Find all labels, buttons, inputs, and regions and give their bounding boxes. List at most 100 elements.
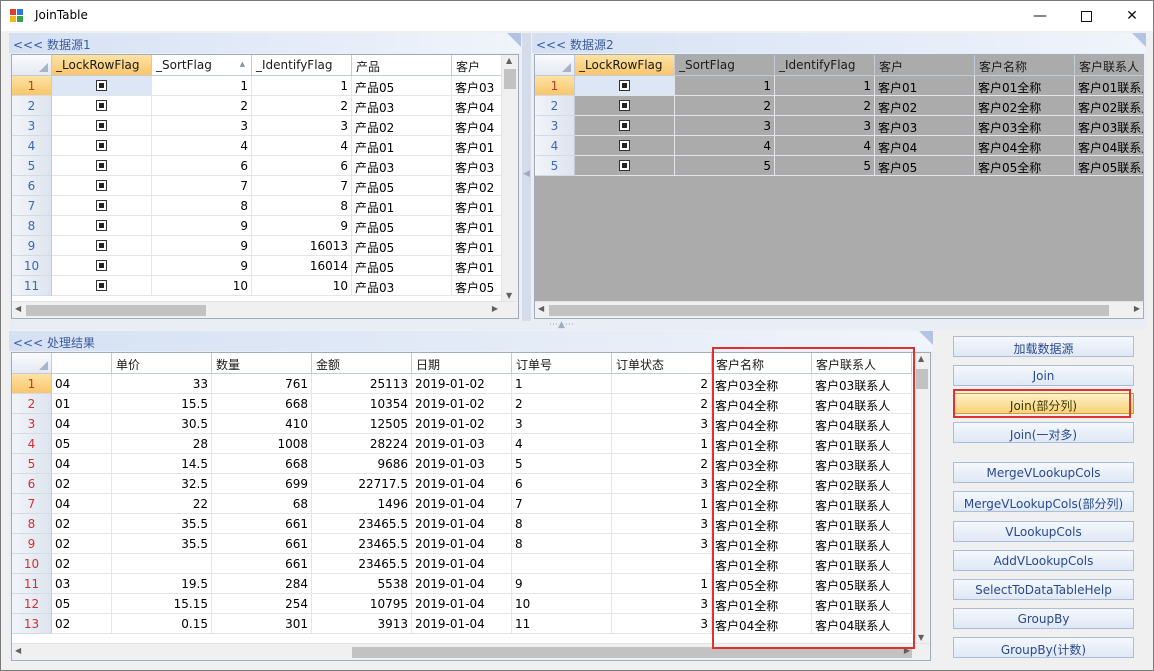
- vertical-scrollbar[interactable]: ▲ ▼: [913, 353, 930, 643]
- scrollbar-thumb[interactable]: [916, 369, 928, 389]
- table-cell[interactable]: 产品01: [352, 196, 452, 216]
- scroll-left-arrow-icon[interactable]: ◀: [15, 646, 21, 655]
- horizontal-scrollbar[interactable]: ◀ ▶: [12, 301, 518, 318]
- datasource2-title[interactable]: <<< 数据源2: [532, 33, 1146, 53]
- checkbox[interactable]: [96, 280, 107, 291]
- column-header[interactable]: 数量: [212, 353, 312, 374]
- table-cell[interactable]: 产品03: [352, 156, 452, 176]
- row-header[interactable]: 8: [12, 514, 52, 534]
- table-cell[interactable]: 客户03联系人: [1075, 116, 1143, 136]
- row-header[interactable]: 2: [12, 394, 52, 414]
- table-cell[interactable]: 3: [675, 116, 775, 136]
- table-cell[interactable]: [575, 76, 675, 96]
- table-cell[interactable]: 2: [152, 96, 252, 116]
- table-cell[interactable]: [575, 136, 675, 156]
- table-cell[interactable]: 1: [675, 76, 775, 96]
- table-cell[interactable]: 产品05: [352, 256, 452, 276]
- table-cell[interactable]: 4: [775, 136, 875, 156]
- table-cell[interactable]: 16014: [252, 256, 352, 276]
- checkbox[interactable]: [619, 120, 630, 131]
- table-cell[interactable]: 1: [775, 76, 875, 96]
- table-cell[interactable]: [52, 76, 152, 96]
- table-cell[interactable]: [112, 554, 212, 574]
- checkbox[interactable]: [619, 80, 630, 91]
- table-cell[interactable]: [612, 554, 712, 574]
- table-cell[interactable]: 2019-01-03: [412, 454, 512, 474]
- table-cell[interactable]: 2019-01-04: [412, 534, 512, 554]
- table-cell[interactable]: 9: [152, 256, 252, 276]
- table-cell[interactable]: 7: [152, 176, 252, 196]
- table-cell[interactable]: 3: [252, 116, 352, 136]
- row-header[interactable]: 3: [12, 116, 52, 136]
- table-cell[interactable]: 668: [212, 454, 312, 474]
- table-cell[interactable]: 23465.5: [312, 554, 412, 574]
- scroll-up-arrow-icon[interactable]: ▲: [506, 56, 512, 65]
- table-cell[interactable]: 2019-01-04: [412, 554, 512, 574]
- close-icon[interactable]: ✕: [1109, 1, 1153, 31]
- row-header[interactable]: 5: [12, 156, 52, 176]
- table-cell[interactable]: 2: [775, 96, 875, 116]
- table-cell[interactable]: 2: [512, 394, 612, 414]
- table-cell[interactable]: [52, 136, 152, 156]
- action-button[interactable]: GroupBy(计数): [953, 637, 1134, 658]
- table-cell[interactable]: 客户05全称: [975, 156, 1075, 176]
- table-cell[interactable]: [52, 216, 152, 236]
- table-cell[interactable]: 产品03: [352, 276, 452, 296]
- table-cell[interactable]: 1496: [312, 494, 412, 514]
- table-cell[interactable]: 2: [675, 96, 775, 116]
- table-cell[interactable]: 10: [512, 594, 612, 614]
- row-header[interactable]: 6: [12, 474, 52, 494]
- row-header[interactable]: 10: [12, 256, 52, 276]
- table-cell[interactable]: 19.5: [112, 574, 212, 594]
- table-cell[interactable]: 4: [252, 136, 352, 156]
- column-header[interactable]: [52, 353, 112, 374]
- table-cell[interactable]: [52, 176, 152, 196]
- row-header[interactable]: 4: [535, 136, 575, 156]
- action-button[interactable]: VLookupCols: [953, 521, 1134, 542]
- table-cell[interactable]: 产品05: [352, 236, 452, 256]
- table-cell[interactable]: 3: [775, 116, 875, 136]
- scrollbar-thumb[interactable]: [504, 69, 516, 89]
- table-cell[interactable]: 客户05联系人: [1075, 156, 1143, 176]
- table-cell[interactable]: 5: [675, 156, 775, 176]
- row-header[interactable]: 9: [12, 534, 52, 554]
- table-cell[interactable]: 3: [612, 414, 712, 434]
- action-button[interactable]: AddVLookupCols: [953, 550, 1134, 571]
- table-cell[interactable]: 4: [152, 136, 252, 156]
- table-cell[interactable]: [52, 276, 152, 296]
- column-header[interactable]: 订单号: [512, 353, 612, 374]
- table-cell[interactable]: 04: [52, 374, 112, 394]
- horizontal-scrollbar[interactable]: ◀ ▶: [535, 301, 1143, 318]
- table-cell[interactable]: 02: [52, 514, 112, 534]
- table-cell[interactable]: 699: [212, 474, 312, 494]
- table-cell[interactable]: 16013: [252, 236, 352, 256]
- row-header[interactable]: 11: [12, 276, 52, 296]
- column-header[interactable]: _SortFlag ▲: [152, 55, 252, 76]
- checkbox[interactable]: [96, 140, 107, 151]
- column-header[interactable]: 客户联系人: [1075, 55, 1143, 76]
- action-button[interactable]: Join(一对多): [953, 422, 1134, 443]
- scrollbar-thumb[interactable]: [549, 305, 1109, 316]
- vertical-scrollbar[interactable]: ▲ ▼: [501, 55, 518, 301]
- vertical-splitter[interactable]: ◀: [522, 33, 531, 321]
- table-cell[interactable]: 客户04全称: [975, 136, 1075, 156]
- table-cell[interactable]: 284: [212, 574, 312, 594]
- scroll-left-arrow-icon[interactable]: ◀: [15, 304, 21, 313]
- table-cell[interactable]: [52, 96, 152, 116]
- checkbox[interactable]: [619, 100, 630, 111]
- table-cell[interactable]: 3: [512, 414, 612, 434]
- table-cell[interactable]: 产品05: [352, 176, 452, 196]
- table-cell[interactable]: 23465.5: [312, 514, 412, 534]
- column-header[interactable]: 客户: [875, 55, 975, 76]
- table-cell[interactable]: 9: [252, 216, 352, 236]
- row-header[interactable]: 2: [535, 96, 575, 116]
- table-cell[interactable]: 2019-01-04: [412, 614, 512, 634]
- table-cell[interactable]: 28: [112, 434, 212, 454]
- table-cell[interactable]: 8: [512, 534, 612, 554]
- table-cell[interactable]: 04: [52, 414, 112, 434]
- table-cell[interactable]: 301: [212, 614, 312, 634]
- table-cell[interactable]: 客户02全称: [975, 96, 1075, 116]
- action-button[interactable]: MergeVLookupCols: [953, 462, 1134, 483]
- table-cell[interactable]: 2: [612, 374, 712, 394]
- table-cell[interactable]: [512, 554, 612, 574]
